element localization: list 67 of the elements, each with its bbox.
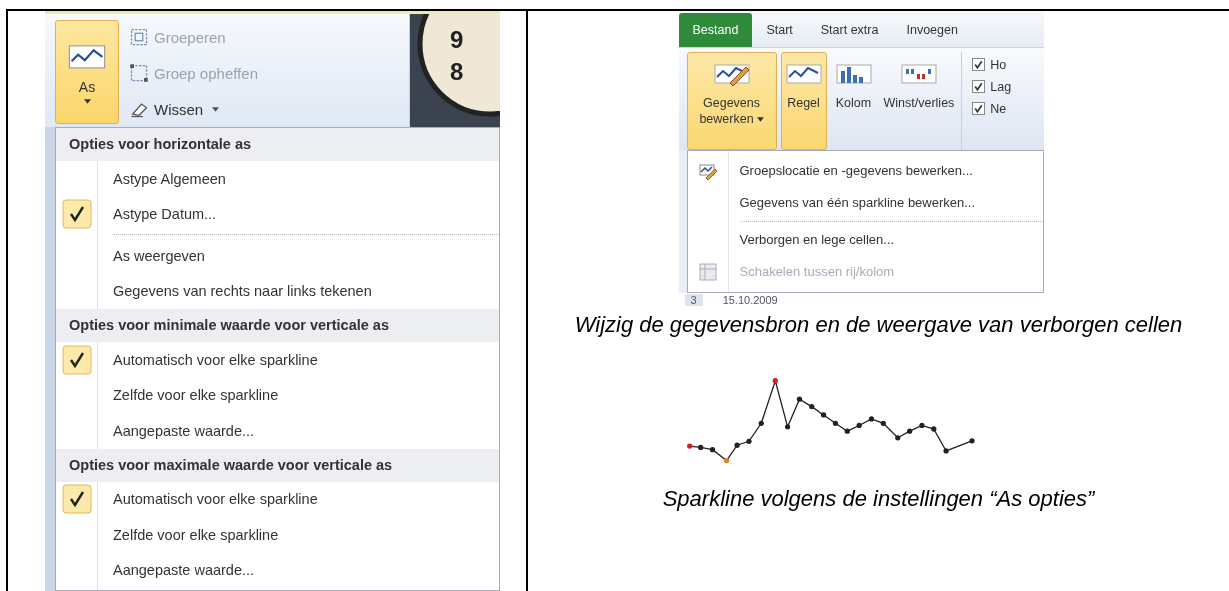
menu-item[interactable]: Zelfde voor elke sparkline — [113, 526, 279, 543]
group-icon — [129, 27, 149, 47]
checkbox[interactable] — [972, 102, 986, 116]
table-icon — [697, 261, 718, 282]
sparkline-point — [723, 457, 729, 463]
menu-section-header: Opties voor maximale waarde voor verticale as — [56, 448, 499, 482]
ungroup-icon — [129, 63, 149, 83]
sparkline-point — [784, 423, 790, 429]
checkbox-label: Lag — [990, 79, 1012, 94]
ribbon-button[interactable]: Wissen — [125, 92, 262, 126]
sparkline-point — [918, 422, 925, 428]
ribbon-button[interactable]: Winst/verlies — [880, 51, 958, 150]
checkbox[interactable] — [972, 80, 986, 94]
sparkline-point — [808, 403, 814, 409]
menu-item[interactable]: Automatisch voor elke sparkline — [113, 351, 318, 368]
sparkline-point — [942, 447, 949, 454]
menu-item[interactable]: Aangepaste waarde... — [113, 562, 255, 579]
menu-item[interactable]: Astype Algemeen — [113, 170, 226, 187]
sparkline-point — [686, 443, 692, 449]
menu-item[interactable]: Astype Datum... — [113, 206, 217, 223]
sparkline-point — [968, 437, 975, 443]
sparkline-point — [734, 442, 740, 448]
menu-item[interactable]: Gegevens van één sparkline bewerken... — [739, 195, 976, 211]
clock-digit: 8 — [450, 58, 464, 85]
caret-icon — [212, 106, 220, 112]
sparkline-point — [758, 420, 764, 426]
menu-section-header: Opties voor minimale waarde voor verticale as — [56, 309, 499, 342]
checkbox[interactable] — [972, 58, 986, 72]
menu-item[interactable]: Automatisch voor elke sparkline — [113, 491, 318, 508]
sparkline-point — [930, 425, 936, 432]
row-number: 3 — [684, 293, 703, 306]
ribbon-tab[interactable]: Start — [752, 12, 807, 47]
clock-digit: 9 — [450, 26, 464, 53]
sparkline-point — [880, 420, 886, 426]
menu-item[interactable]: As weergeven — [113, 247, 205, 264]
ribbon-tab[interactable]: Invoegen — [892, 12, 972, 47]
table-cell: 15.10.2009 — [722, 293, 778, 306]
sparkline-point — [820, 411, 826, 418]
checkbox-label: Ho — [990, 57, 1007, 72]
caret-icon — [756, 117, 764, 123]
axis-button[interactable]: As — [55, 20, 119, 124]
caption: Wijzig de gegevensbron en de weergave van verborgen cellen — [573, 311, 1184, 339]
caret-icon — [83, 98, 91, 104]
ribbon-button[interactable]: Regel — [780, 51, 827, 150]
menu-section-header: Opties voor horizontale as — [56, 128, 499, 161]
menu-item[interactable]: Aangepaste waarde... — [113, 422, 255, 439]
caption: Sparkline volgens de instellingen “As opties” — [661, 484, 1096, 512]
sparkline-point — [856, 422, 862, 428]
ribbon-button[interactable]: Kolom — [830, 51, 877, 150]
checkbox-label: Ne — [990, 101, 1007, 116]
sparkline-point — [745, 438, 752, 444]
sparkline-point — [772, 377, 778, 383]
menu-item[interactable]: Gegevens van rechts naar links tekenen — [113, 283, 372, 300]
ribbon-button[interactable]: Gegevens bewerken — [686, 51, 777, 150]
sparkline-point — [894, 434, 900, 440]
sparkline-point — [697, 444, 703, 450]
menu-item[interactable]: Groepslocatie en -gegevens bewerken... — [739, 163, 973, 179]
ribbon-tab[interactable]: Bestand — [678, 12, 753, 47]
sparkline-point — [906, 428, 912, 434]
sparkline-point — [796, 396, 802, 402]
menu-item[interactable]: Zelfde voor elke sparkline — [113, 387, 279, 404]
ribbon-tab[interactable]: Start extra — [806, 12, 893, 47]
sparkline-point — [844, 428, 850, 434]
sparkline-point — [709, 446, 715, 452]
sparkline-point — [868, 415, 874, 422]
menu-item[interactable]: Verborgen en lege cellen... — [739, 232, 895, 248]
sparkline-point — [832, 420, 838, 426]
